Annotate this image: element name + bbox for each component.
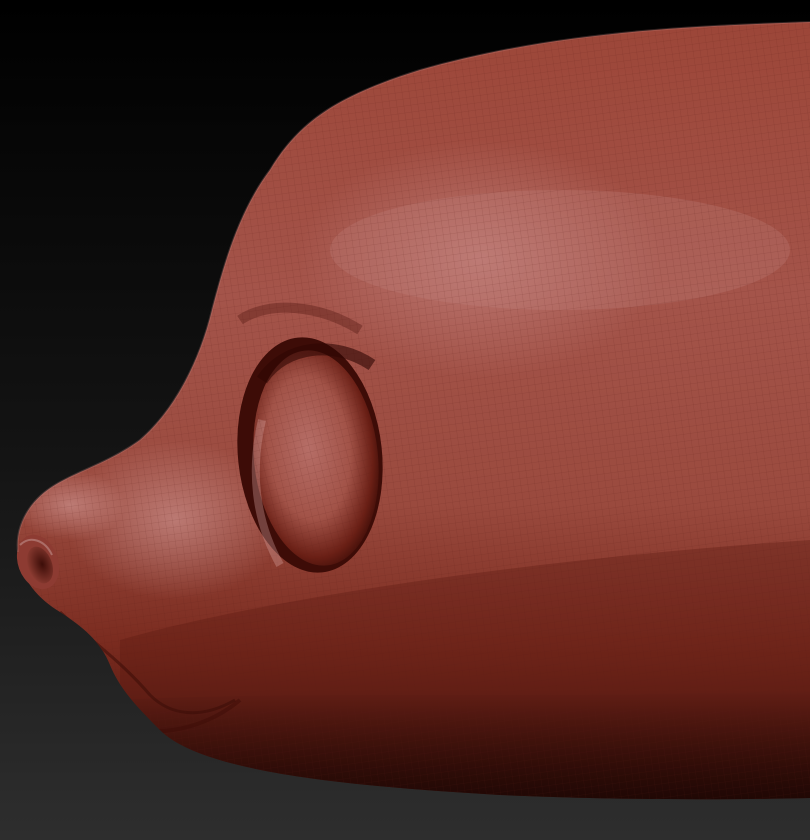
sculpt-render: [0, 0, 810, 840]
viewport-3d[interactable]: [0, 0, 810, 840]
